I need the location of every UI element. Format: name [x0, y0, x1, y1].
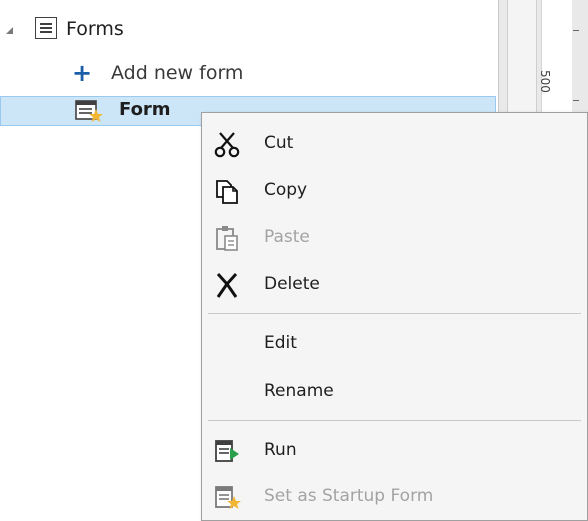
menu-item-edit-label: Edit [264, 333, 297, 353]
menu-separator [208, 313, 581, 314]
menu-item-rename-label: Rename [264, 381, 334, 401]
tree-node-form-label: Form [119, 99, 171, 120]
context-menu: Cut Copy Paste Delete Edit Rename Run Se… [201, 112, 588, 521]
copy-icon [216, 180, 238, 204]
menu-item-run[interactable]: Run [202, 428, 587, 474]
expand-arrow-icon[interactable] [6, 27, 13, 34]
menu-item-paste-label: Paste [264, 227, 310, 247]
tree-node-forms-label: Forms [66, 18, 124, 40]
form-star-icon [75, 100, 103, 122]
tree-node-add-form[interactable]: + Add new form [0, 61, 496, 89]
menu-item-run-label: Run [264, 440, 297, 460]
menu-item-delete-label: Delete [264, 274, 320, 294]
paste-icon [216, 226, 238, 251]
menu-item-cut[interactable]: Cut [202, 121, 587, 167]
menu-item-paste[interactable]: Paste [202, 215, 587, 261]
startup-form-icon [215, 486, 241, 509]
add-new-form-label: Add new form [111, 62, 244, 84]
menu-item-delete[interactable]: Delete [202, 262, 587, 308]
forms-icon [35, 17, 57, 39]
ruler-number: 500 [538, 70, 552, 93]
menu-separator [208, 420, 581, 421]
run-icon [215, 440, 239, 462]
plus-icon: + [72, 59, 93, 87]
menu-item-copy[interactable]: Copy [202, 168, 587, 214]
menu-item-set-startup[interactable]: Set as Startup Form [202, 474, 587, 520]
tree-node-forms[interactable]: Forms [0, 17, 496, 45]
menu-item-set-startup-label: Set as Startup Form [264, 486, 434, 506]
menu-item-edit[interactable]: Edit [202, 321, 587, 367]
menu-item-cut-label: Cut [264, 133, 294, 153]
menu-item-rename[interactable]: Rename [202, 369, 587, 415]
delete-x-icon [216, 272, 238, 298]
ruler-tick [573, 30, 579, 31]
scissors-icon [214, 132, 240, 158]
menu-item-copy-label: Copy [264, 180, 308, 200]
ruler-tick [573, 100, 579, 101]
